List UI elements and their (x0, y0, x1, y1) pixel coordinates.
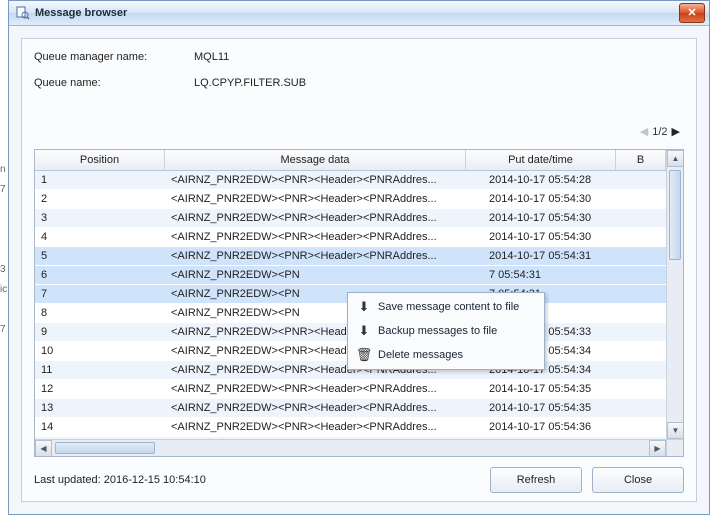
close-button-x[interactable]: ✕ (679, 3, 705, 23)
cell-date: 2014-10-17 05:54:28 (483, 171, 633, 189)
content-panel: Queue manager name: MQL11 Queue name: LQ… (21, 38, 697, 502)
cell-date: 2014-10-17 05:54:30 (483, 209, 633, 227)
table-row[interactable]: 4<AIRNZ_PNR2EDW><PNR><Header><PNRAddres.… (35, 228, 683, 247)
cell-date: 2014-10-17 05:54:36 (483, 418, 633, 436)
table-row[interactable]: 1<AIRNZ_PNR2EDW><PNR><Header><PNRAddres.… (35, 171, 683, 190)
cell-position: 13 (35, 399, 165, 417)
menu-save-content[interactable]: ⬇ Save message content to file (350, 295, 542, 319)
cell-message: <AIRNZ_PNR2EDW><PNR><Header><PNRAddres..… (165, 247, 483, 265)
footer: Last updated: 2016-12-15 10:54:10 Refres… (34, 467, 684, 493)
pager-next-icon[interactable]: ▶ (672, 125, 680, 138)
table-row[interactable]: 6<AIRNZ_PNR2EDW><PN7 05:54:31 (35, 266, 683, 285)
scroll-down-icon[interactable]: ▼ (667, 422, 684, 439)
table-row[interactable]: 5<AIRNZ_PNR2EDW><PNR><Header><PNRAddres.… (35, 247, 683, 266)
cell-message: <AIRNZ_PNR2EDW><PNR><Header><PNRAddres..… (165, 380, 483, 398)
horizontal-scroll-thumb[interactable] (55, 442, 155, 454)
cell-position: 11 (35, 361, 165, 379)
queue-manager-row: Queue manager name: MQL11 (34, 51, 684, 63)
pager: ◀ 1/2 ▶ (640, 125, 680, 138)
table-row[interactable]: 3<AIRNZ_PNR2EDW><PNR><Header><PNRAddres.… (35, 209, 683, 228)
cell-position: 10 (35, 342, 165, 360)
cell-position: 3 (35, 209, 165, 227)
background-strip: n73ic7 (0, 0, 8, 515)
cell-message: <AIRNZ_PNR2EDW><PNR><Header><PNRAddres..… (165, 399, 483, 417)
table-row[interactable]: 13<AIRNZ_PNR2EDW><PNR><Header><PNRAddres… (35, 399, 683, 418)
menu-save-label: Save message content to file (378, 301, 519, 313)
cell-message: <AIRNZ_PNR2EDW><PNR><Header><PNRAddres..… (165, 190, 483, 208)
cell-position: 7 (35, 285, 165, 303)
queue-name-label: Queue name: (34, 77, 194, 89)
cell-position: 8 (35, 304, 165, 322)
cell-message: <AIRNZ_PNR2EDW><PNR><Header><PNRAddres..… (165, 228, 483, 246)
trash-icon: 🗑 (356, 347, 372, 363)
cell-position: 14 (35, 418, 165, 436)
pager-text: 1/2 (652, 126, 667, 138)
col-position[interactable]: Position (35, 150, 165, 170)
cell-date: 2014-10-17 05:54:30 (483, 228, 633, 246)
menu-backup-label: Backup messages to file (378, 325, 497, 337)
col-put-date[interactable]: Put date/time (466, 150, 616, 170)
status-label: Last updated: (34, 474, 101, 486)
cell-date: 2014-10-17 05:54:35 (483, 399, 633, 417)
close-icon: ✕ (687, 8, 696, 19)
vertical-scroll-thumb[interactable] (669, 170, 681, 260)
table-row[interactable]: 14<AIRNZ_PNR2EDW><PNR><Header><PNRAddres… (35, 418, 683, 437)
scroll-right-icon[interactable]: ▶ (649, 440, 666, 457)
col-b[interactable]: B (616, 150, 666, 170)
table-header: Position Message data Put date/time B (35, 150, 683, 171)
table-row[interactable]: 2<AIRNZ_PNR2EDW><PNR><Header><PNRAddres.… (35, 190, 683, 209)
table-row[interactable]: 12<AIRNZ_PNR2EDW><PNR><Header><PNRAddres… (35, 380, 683, 399)
scroll-up-icon[interactable]: ▲ (667, 150, 684, 167)
horizontal-scrollbar[interactable]: ◀ ▶ (35, 439, 666, 456)
cell-position: 2 (35, 190, 165, 208)
queue-name-value: LQ.CPYP.FILTER.SUB (194, 77, 306, 89)
cell-position: 5 (35, 247, 165, 265)
col-message-data[interactable]: Message data (165, 150, 466, 170)
menu-delete-label: Delete messages (378, 349, 463, 361)
download-icon: ⬇ (356, 299, 372, 315)
scroll-corner (666, 439, 683, 456)
cell-date: 2014-10-17 05:54:35 (483, 380, 633, 398)
vertical-scrollbar[interactable]: ▲ ▼ (666, 150, 683, 439)
refresh-button[interactable]: Refresh (490, 467, 582, 493)
queue-manager-label: Queue manager name: (34, 51, 194, 63)
pager-prev-icon[interactable]: ◀ (640, 125, 648, 138)
scroll-left-icon[interactable]: ◀ (35, 440, 52, 457)
queue-manager-value: MQL11 (194, 51, 229, 63)
cell-position: 1 (35, 171, 165, 189)
cell-position: 9 (35, 323, 165, 341)
cell-message: <AIRNZ_PNR2EDW><PNR><Header><PNRAddres..… (165, 418, 483, 436)
document-search-icon (15, 5, 31, 21)
status-value: 2016-12-15 10:54:10 (104, 474, 206, 486)
message-browser-window: Message browser ✕ Queue manager name: MQ… (8, 0, 710, 515)
queue-name-row: Queue name: LQ.CPYP.FILTER.SUB (34, 77, 684, 89)
cell-position: 12 (35, 380, 165, 398)
status-text: Last updated: 2016-12-15 10:54:10 (34, 474, 480, 486)
download-icon: ⬇ (356, 323, 372, 339)
menu-backup[interactable]: ⬇ Backup messages to file (350, 319, 542, 343)
titlebar: Message browser ✕ (9, 1, 709, 26)
cell-position: 4 (35, 228, 165, 246)
cell-message: <AIRNZ_PNR2EDW><PN (165, 266, 483, 284)
cell-date: 2014-10-17 05:54:30 (483, 190, 633, 208)
cell-message: <AIRNZ_PNR2EDW><PNR><Header><PNRAddres..… (165, 171, 483, 189)
cell-date: 7 05:54:31 (483, 266, 633, 284)
context-menu: ⬇ Save message content to file ⬇ Backup … (347, 292, 545, 370)
menu-delete[interactable]: 🗑 Delete messages (350, 343, 542, 367)
cell-date: 2014-10-17 05:54:31 (483, 247, 633, 265)
close-button[interactable]: Close (592, 467, 684, 493)
window-title: Message browser (35, 7, 679, 19)
cell-message: <AIRNZ_PNR2EDW><PNR><Header><PNRAddres..… (165, 209, 483, 227)
cell-position: 6 (35, 266, 165, 284)
